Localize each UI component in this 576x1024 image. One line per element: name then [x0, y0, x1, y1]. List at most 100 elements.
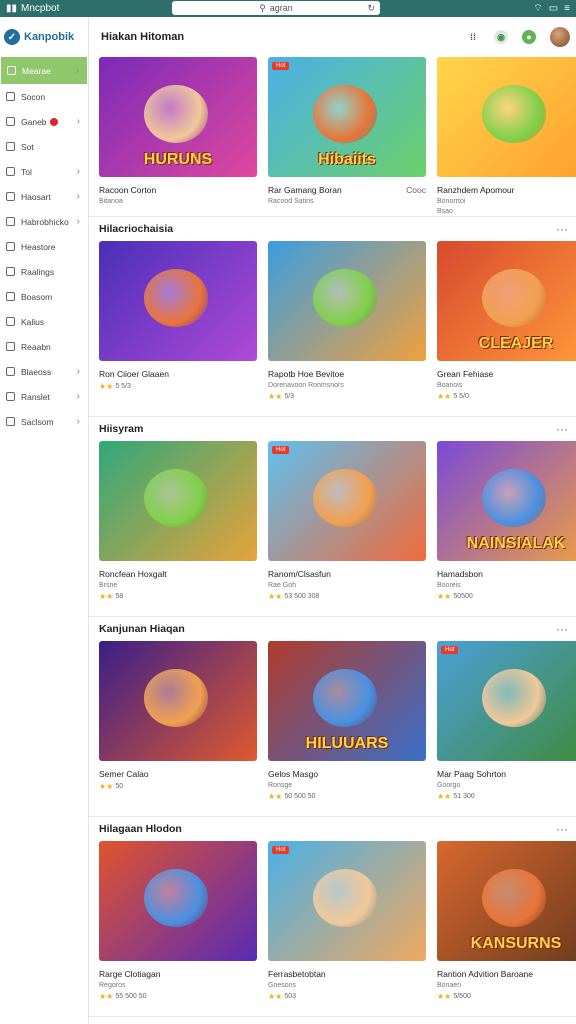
sidebar-item[interactable]: Heastore [0, 234, 88, 259]
game-thumbnail[interactable] [99, 841, 257, 961]
game-thumbnail[interactable]: Hot [437, 641, 576, 761]
card-rating: ★★ 50 [99, 782, 257, 791]
game-card[interactable]: Semer Calao ★★ 50 [99, 641, 257, 801]
star-icon: ★★ [268, 592, 283, 601]
character-illustration [144, 869, 208, 927]
game-thumbnail[interactable]: CLEAJER [437, 241, 576, 361]
more-options-icon[interactable]: ··· [556, 822, 568, 836]
sidebar-item[interactable]: Ranslet › [0, 384, 88, 409]
card-title-row: Semer Calao [99, 769, 257, 779]
brand[interactable]: ✓ Kanpobik [0, 17, 88, 57]
card-row: Semer Calao ★★ 50 HILUUARS Gelos Masgo Ronsge… [89, 641, 576, 801]
refresh-icon[interactable]: ◉ [494, 30, 508, 44]
settings-icon[interactable]: ● [522, 30, 536, 44]
nav-icon [6, 367, 15, 376]
sidebar-item[interactable]: Reaabn [0, 334, 88, 359]
more-options-icon[interactable]: ··· [556, 422, 568, 436]
card-subtitle: Regoros [99, 982, 126, 989]
game-thumbnail[interactable] [99, 641, 257, 761]
game-thumbnail[interactable] [268, 241, 426, 361]
chevron-right-icon: › [76, 416, 80, 427]
more-options-icon[interactable]: ··· [556, 222, 568, 236]
sidebar-item[interactable]: Sot [0, 134, 88, 159]
nav-icon [6, 142, 15, 151]
sidebar-item-label: Haosart [21, 191, 51, 202]
brand-name: Kanpobik [24, 31, 75, 43]
game-thumbnail[interactable]: Hot [268, 441, 426, 561]
sidebar-item[interactable]: Ganeb › [0, 109, 88, 134]
thumbnail-title: NAINSIALAK [466, 535, 566, 552]
game-card[interactable]: HILUUARS Gelos Masgo Ronsge ★★ 50 500 50 [268, 641, 426, 801]
grid-icon[interactable]: ⁞⁞ [466, 30, 480, 44]
sidebar-item[interactable]: Socon [0, 84, 88, 109]
game-card[interactable]: Rapotb Hoe Bevitoe Dorenavoon Ronmsnors ★★… [268, 241, 426, 401]
game-thumbnail[interactable] [99, 241, 257, 361]
reload-icon[interactable]: ↻ [367, 3, 375, 14]
hot-tag: Hot [272, 446, 290, 454]
game-thumbnail[interactable] [437, 57, 576, 177]
game-card[interactable]: HURUNS Racoon Corton Bitanoa [99, 57, 257, 215]
sidebar-item[interactable]: Tol › [0, 159, 88, 184]
avatar[interactable] [550, 27, 570, 47]
star-icon: ★★ [99, 592, 114, 601]
status-app-name: Mncpbot [21, 3, 60, 14]
game-card[interactable]: Hot Ranom/Clsasfun Rae Goh ★★ 53 500 308 [268, 441, 426, 601]
game-card[interactable]: Rarge Clotiagan Regoros ★★ 55 500 50 [99, 841, 257, 1001]
game-card[interactable]: Hot Ferrasbetobtan Gnesons ★★ 503 [268, 841, 426, 1001]
game-card[interactable]: Ron Ciioer Glaaen ★★ 5 5/3 [99, 241, 257, 401]
card-title-row: Racoon Corton [99, 185, 257, 195]
sidebar-item[interactable]: Saclsom › [0, 409, 88, 434]
sidebar-item[interactable]: Haosart › [0, 184, 88, 209]
game-card[interactable]: KANSURNS Rantion Advition Baroane Bonaen ★★… [437, 841, 576, 1001]
game-thumbnail[interactable]: KANSURNS [437, 841, 576, 961]
sidebar-item[interactable]: Habrobhicko › [0, 209, 88, 234]
game-thumbnail[interactable]: HILUUARS [268, 641, 426, 761]
thumbnail-title: HURUNS [143, 151, 213, 168]
game-thumbnail[interactable]: Hot Hibaiits [268, 57, 426, 177]
game-thumbnail[interactable]: Hot [268, 841, 426, 961]
sidebar-item-label: Reaabn [21, 341, 51, 352]
game-card[interactable]: Hot Mar Paag Sohrton Goorgo ★★ 51 300 [437, 641, 576, 801]
rating-value: 51 300 [453, 793, 475, 800]
star-icon: ★★ [437, 792, 452, 801]
sidebar-item-label: Tol [21, 166, 32, 177]
sidebar-item[interactable]: Raalings [0, 259, 88, 284]
card-rating: ★★ 503 [268, 992, 426, 1001]
game-card[interactable]: NAINSIALAK Hamadsbon Booreis ★★ 50500 [437, 441, 576, 601]
section-header: Hiisyram ··· [89, 417, 576, 441]
sidebar-item[interactable]: Boasom [0, 284, 88, 309]
address-bar[interactable]: ⚲ agran ↻ [172, 1, 380, 15]
game-card[interactable]: Roncfean Hoxgalt Brsne ★★ 58 [99, 441, 257, 601]
star-icon: ★★ [99, 382, 114, 391]
game-card[interactable]: Hot Hibaiits Rar Gamang Boran Cooc Racood Sa… [268, 57, 426, 215]
sidebar-item[interactable]: Mearae › [1, 57, 87, 84]
card-rating: ★★ 5 5/3 [99, 382, 257, 391]
sidebar-nav: Mearae › Socon Ganeb › Sot Tol › Haosart › Habrobh… [0, 57, 88, 434]
star-icon: ★★ [437, 392, 452, 401]
game-card[interactable]: Ranzhdem Apomour Bonorrtoi Bsao [437, 57, 576, 215]
more-options-icon[interactable]: ··· [556, 622, 568, 636]
sidebar-item[interactable]: Kalius [0, 309, 88, 334]
card-row: Roncfean Hoxgalt Brsne ★★ 58 Hot Ranom/Clsasf… [89, 441, 576, 601]
game-thumbnail[interactable] [99, 441, 257, 561]
card-title: Hamadsbon [437, 569, 483, 579]
menu-icon[interactable]: ≡ [564, 3, 570, 14]
sidebar-item-label: Blaeoss [21, 366, 52, 377]
game-card[interactable]: CLEAJER Grean Fehiase Boanois ★★ 5 5/0 [437, 241, 576, 401]
nav-icon [6, 217, 15, 226]
sidebar-item-label: Socon [21, 91, 46, 102]
card-title-row: Rarge Clotiagan [99, 969, 257, 979]
character-illustration [482, 85, 546, 143]
search-icon: ⚲ [259, 2, 266, 13]
sidebar-item[interactable]: Blaeoss › [0, 359, 88, 384]
card-rating: ★★ 5 5/0 [437, 392, 576, 401]
card-title-row: Gelos Masgo [268, 769, 426, 779]
rating-value: 50 [115, 783, 124, 790]
card-title-row: Ron Ciioer Glaaen [99, 369, 257, 379]
thumbnail-title: HILUUARS [305, 735, 389, 752]
star-icon: ★★ [268, 992, 283, 1001]
card-title: Rantion Advition Baroane [437, 969, 533, 979]
game-thumbnail[interactable]: HURUNS [99, 57, 257, 177]
card-title-row: Rar Gamang Boran Cooc [268, 185, 426, 195]
game-thumbnail[interactable]: NAINSIALAK [437, 441, 576, 561]
